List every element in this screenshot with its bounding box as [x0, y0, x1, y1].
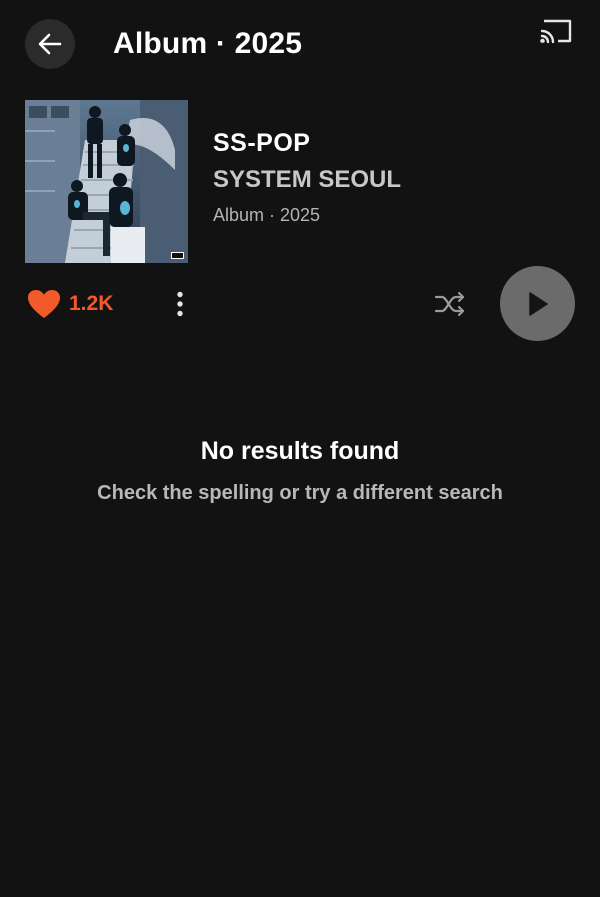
cast-button[interactable]: [537, 16, 575, 46]
album-cover-image: [25, 100, 188, 263]
play-icon: [528, 291, 548, 316]
play-button[interactable]: [500, 266, 575, 341]
more-vertical-icon: [177, 291, 183, 317]
shuffle-icon: [434, 291, 465, 317]
more-options-button[interactable]: [168, 290, 192, 318]
empty-state-title: No results found: [200, 437, 400, 465]
shuffle-button[interactable]: [432, 288, 468, 320]
like-count: 1.2K: [69, 292, 114, 315]
album-info: SS-POP SYSTEM SEOUL Album · 2025: [213, 128, 401, 227]
page-title: Album · 2025: [113, 27, 303, 60]
arrow-left-icon: [38, 33, 62, 55]
album-cover[interactable]: [25, 100, 188, 263]
cast-icon: [540, 19, 572, 44]
album-title: SS-POP: [213, 129, 311, 157]
heart-icon: [28, 290, 60, 318]
back-button[interactable]: [25, 19, 75, 69]
album-screen: Album · 2025 SS-POP SYSTEM SEOUL Album ·…: [0, 0, 600, 897]
empty-state-subtitle: Check the spelling or try a different se…: [97, 482, 503, 504]
like-button[interactable]: 1.2K: [27, 288, 113, 320]
album-artist[interactable]: SYSTEM SEOUL: [213, 165, 401, 195]
album-meta: Album · 2025: [213, 205, 321, 225]
